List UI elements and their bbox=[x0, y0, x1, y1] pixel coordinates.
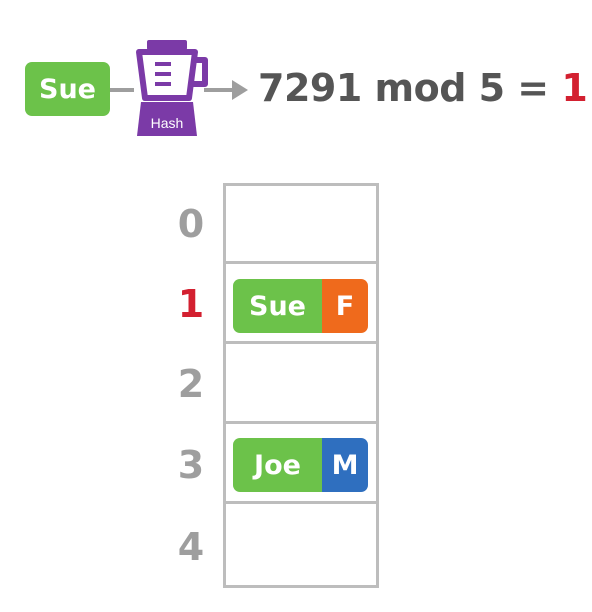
hash-equation: 7291 mod 5 = 1 bbox=[258, 66, 588, 110]
index-1: 1 bbox=[177, 282, 205, 326]
entry-sue: Sue F bbox=[233, 279, 368, 333]
entry-joe: Joe M bbox=[233, 438, 368, 492]
entry-value: M bbox=[322, 438, 368, 492]
entry-value: F bbox=[322, 279, 368, 333]
entry-key: Joe bbox=[233, 438, 322, 492]
index-2: 2 bbox=[177, 362, 205, 406]
blender-icon: Hash bbox=[136, 40, 208, 136]
entry-key: Sue bbox=[233, 279, 322, 333]
input-key-sue: Sue bbox=[25, 62, 110, 116]
index-3: 3 bbox=[177, 443, 205, 487]
arrow-head-icon bbox=[232, 80, 248, 100]
table-row-4 bbox=[226, 506, 376, 585]
index-0: 0 bbox=[177, 202, 205, 246]
table-row-0 bbox=[226, 186, 376, 264]
equation-result: 1 bbox=[561, 66, 588, 110]
table-row-2 bbox=[226, 346, 376, 424]
hash-label: Hash bbox=[151, 115, 184, 131]
hash-table bbox=[223, 183, 379, 588]
index-4: 4 bbox=[177, 525, 205, 569]
equation-expression: 7291 mod 5 = bbox=[258, 66, 562, 110]
